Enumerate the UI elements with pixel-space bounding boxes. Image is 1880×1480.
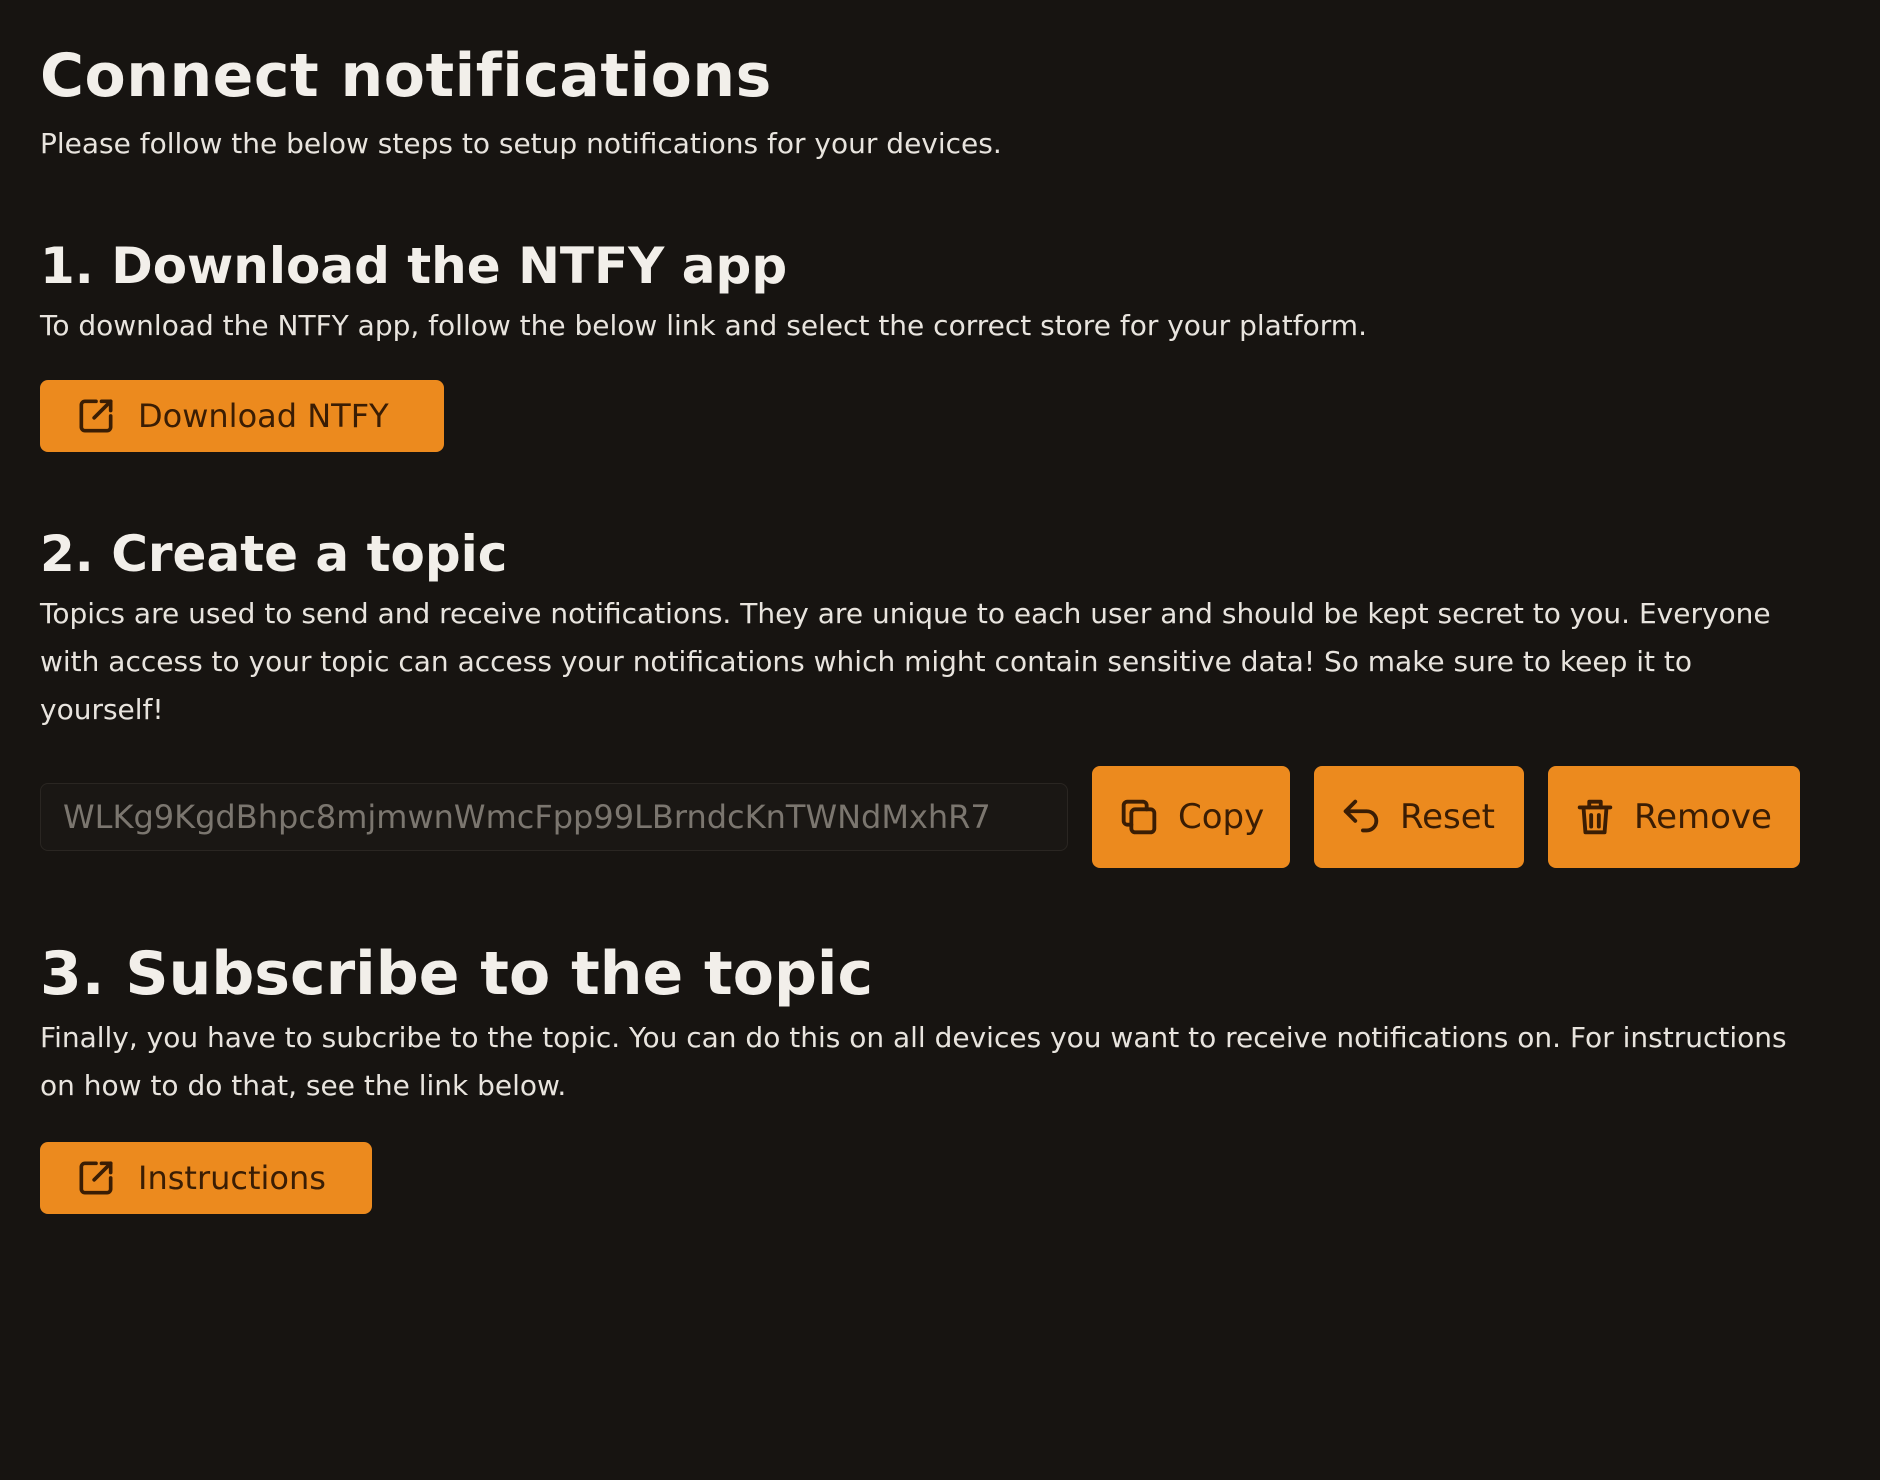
instructions-button[interactable]: Instructions xyxy=(40,1142,372,1214)
copy-icon xyxy=(1116,794,1162,840)
step-subscribe-title: 3. Subscribe to the topic xyxy=(40,939,874,1009)
copy-button[interactable]: Copy xyxy=(1092,766,1290,868)
download-ntfy-button[interactable]: Download NTFY xyxy=(40,380,444,452)
step-topic-text: Topics are used to send and receive noti… xyxy=(40,597,1771,726)
step-subscribe-text: Finally, you have to subcribe to the top… xyxy=(40,1021,1787,1102)
topic-input[interactable] xyxy=(40,783,1068,851)
remove-label: Remove xyxy=(1634,797,1772,837)
reset-label: Reset xyxy=(1400,797,1495,837)
step-download-title: 1. Download the NTFY app xyxy=(40,237,788,295)
instructions-label: Instructions xyxy=(138,1159,326,1197)
topic-row: Copy Reset Remove xyxy=(40,766,1800,868)
notifications-page: Connect notifications Please follow the … xyxy=(0,0,1880,1480)
reset-button[interactable]: Reset xyxy=(1314,766,1524,868)
external-link-icon xyxy=(74,1156,118,1200)
page-subtitle: Please follow the below steps to setup n… xyxy=(40,127,1002,160)
step-topic-title: 2. Create a topic xyxy=(40,525,508,583)
external-link-icon xyxy=(74,394,118,438)
copy-label: Copy xyxy=(1178,797,1265,837)
remove-button[interactable]: Remove xyxy=(1548,766,1800,868)
page-title: Connect notifications xyxy=(40,41,772,111)
trash-icon xyxy=(1572,794,1618,840)
undo-icon xyxy=(1338,794,1384,840)
step-download-text: To download the NTFY app, follow the bel… xyxy=(40,309,1367,342)
download-ntfy-label: Download NTFY xyxy=(138,397,389,435)
